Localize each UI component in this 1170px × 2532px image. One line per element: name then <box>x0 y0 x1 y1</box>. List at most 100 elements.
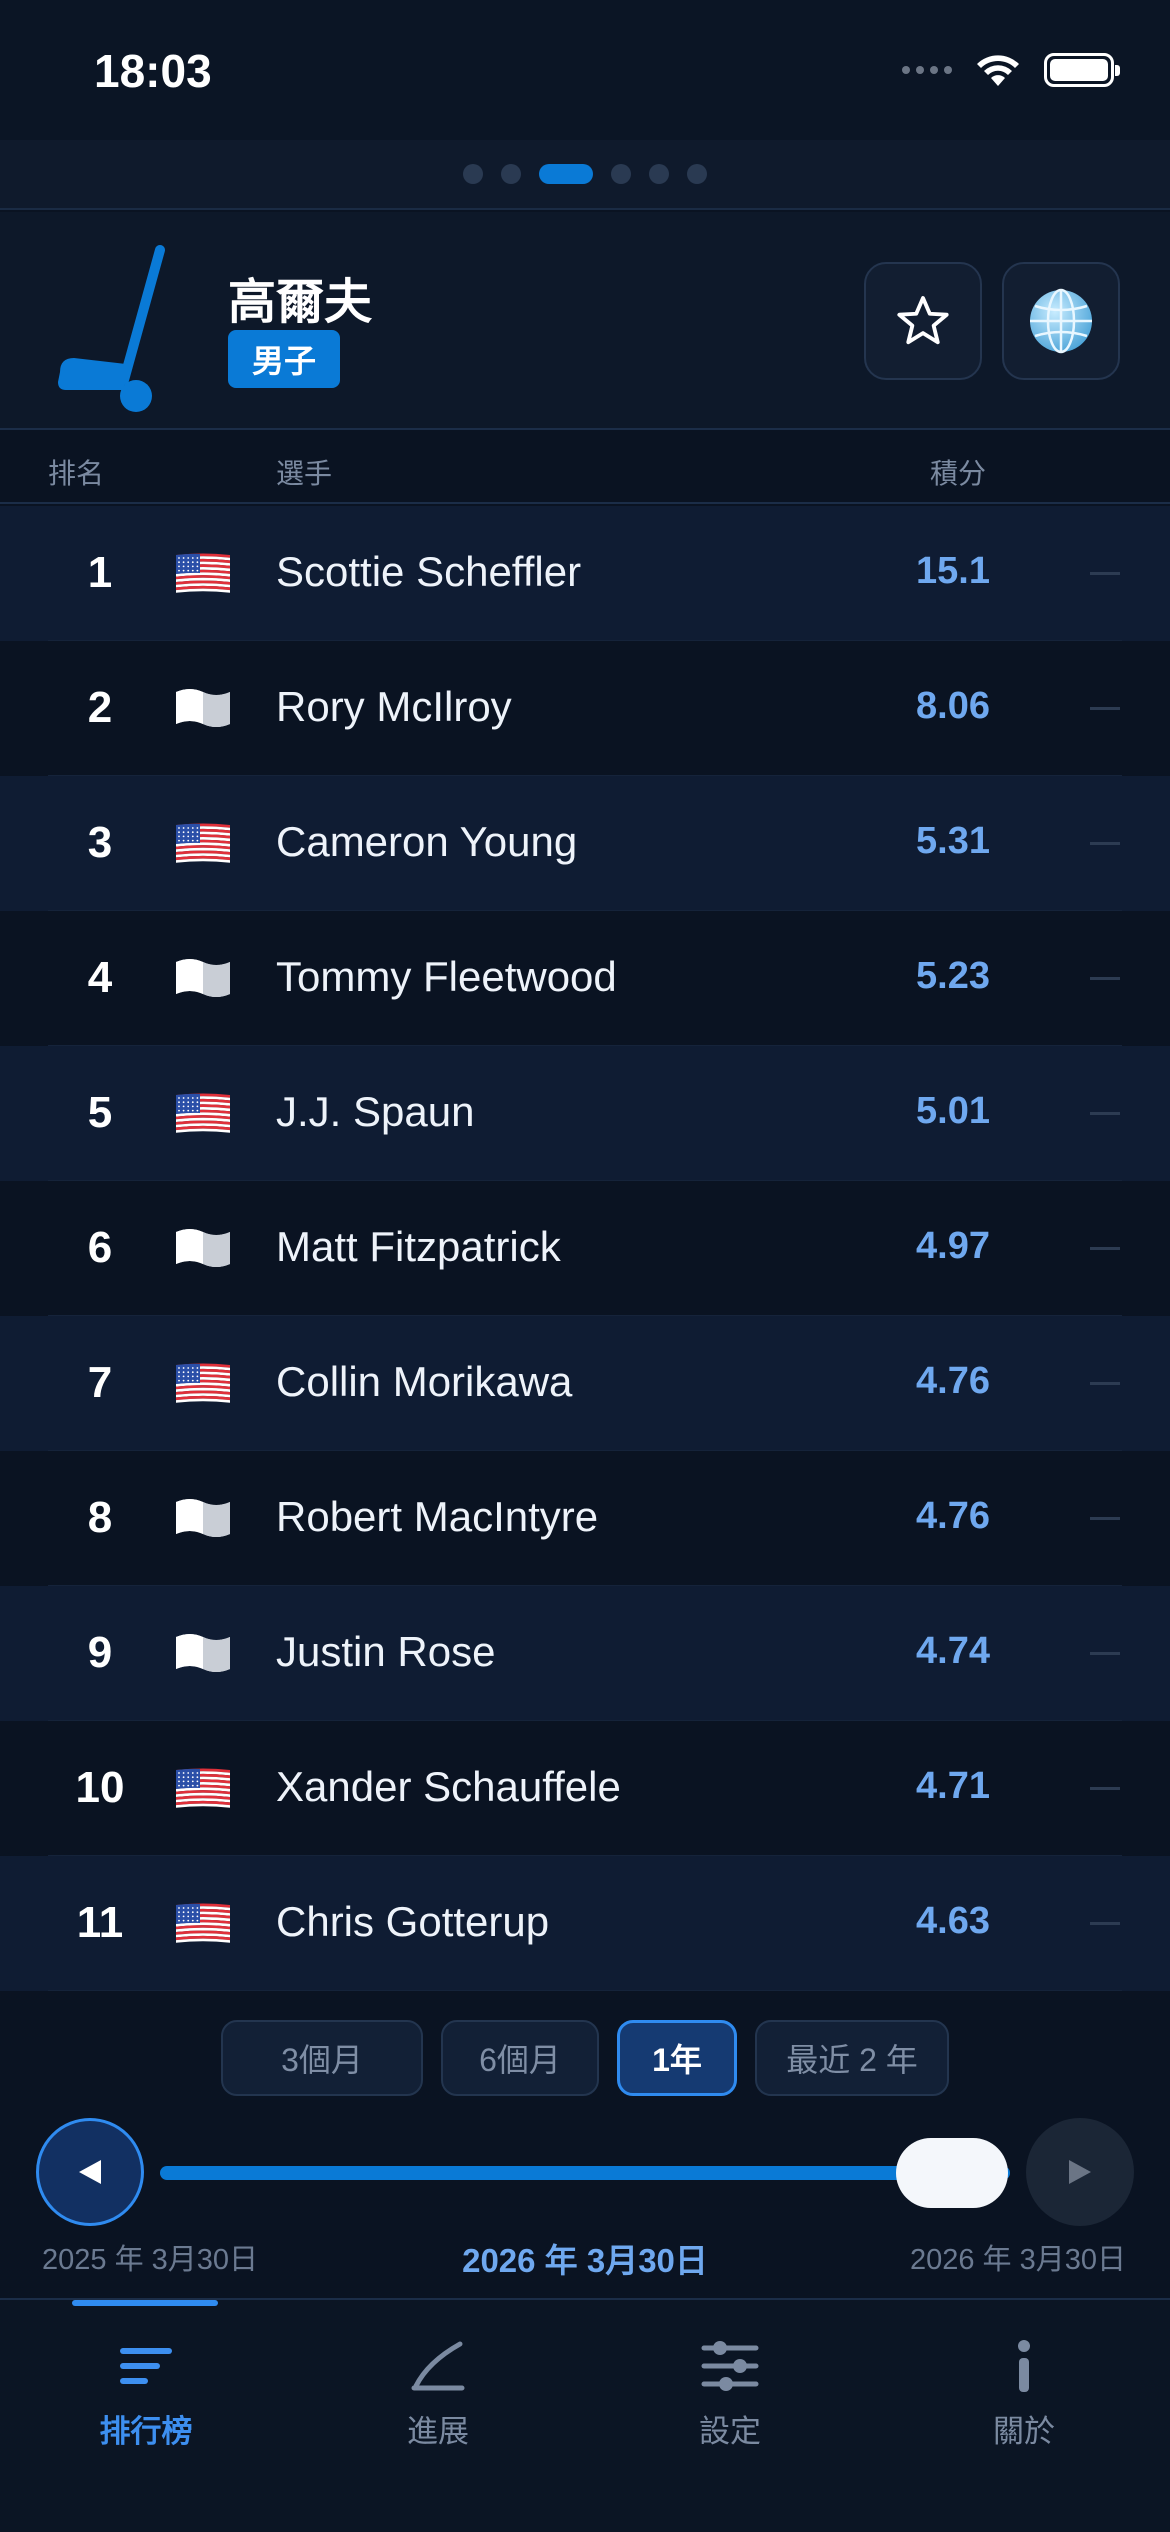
player-name: Tommy Fleetwood <box>276 953 617 1000</box>
table-row[interactable]: 6 Matt Fitzpatrick 4.97 <box>0 1181 1170 1316</box>
star-icon <box>897 296 949 345</box>
us-flag-icon <box>176 553 230 593</box>
player-rank: 10 <box>75 1763 125 1812</box>
player-rank: 8 <box>87 1493 113 1542</box>
play-right-icon <box>1069 2160 1091 2184</box>
player-rank: 1 <box>87 548 113 597</box>
player-rank: 7 <box>87 1358 113 1407</box>
table-row[interactable]: 7 Collin Morikawa 4.76 <box>0 1316 1170 1451</box>
player-name: Rory McIlroy <box>276 683 512 730</box>
player-name: Justin Rose <box>276 1628 496 1675</box>
page-dot[interactable] <box>539 164 593 184</box>
rank-change-icon <box>1090 1112 1120 1115</box>
category-badge: 男子 <box>228 330 341 388</box>
table-row[interactable]: 11 Chris Gotterup 4.63 <box>0 1856 1170 1991</box>
rank-change-icon <box>1090 1922 1120 1925</box>
table-row[interactable]: 3 Cameron Young 5.31 <box>0 776 1170 911</box>
player-rank: 4 <box>87 953 113 1002</box>
player-points: 4.63 <box>916 1900 990 1942</box>
player-rank: 11 <box>76 1898 124 1947</box>
page-dot[interactable] <box>611 164 631 184</box>
player-name: Xander Schauffele <box>276 1763 621 1810</box>
rank-change-icon <box>1090 1382 1120 1385</box>
rank-change-icon <box>1090 1247 1120 1250</box>
tab-progress[interactable]: 進展 <box>328 2336 548 2451</box>
timeline-track[interactable] <box>160 2166 1010 2180</box>
tab-label: 關於 <box>993 2414 1055 2449</box>
ranking-list: 1 Scottie Scheffler 15.1 2 Rory McIlroy 8.06 3… <box>0 506 1170 1991</box>
player-points: 4.76 <box>916 1360 990 1402</box>
tab-about[interactable]: 關於 <box>914 2336 1134 2451</box>
status-bar: 18:03 <box>0 0 1170 140</box>
sport-header: 高爾夫 男子 <box>0 212 1170 430</box>
player-rank: 2 <box>87 683 113 732</box>
favorite-button[interactable] <box>864 262 982 380</box>
range-tab[interactable]: 6個月 <box>441 2020 599 2096</box>
rank-change-icon <box>1090 1517 1120 1520</box>
table-row[interactable]: 4 Tommy Fleetwood 5.23 <box>0 911 1170 1046</box>
player-name: Chris Gotterup <box>276 1898 550 1945</box>
white-flag-icon <box>176 1229 230 1267</box>
table-row[interactable]: 10 Xander Schauffele 4.71 <box>0 1721 1170 1856</box>
range-tab[interactable]: 最近 2 年 <box>755 2020 949 2096</box>
player-name: J.J. Spaun <box>276 1088 475 1135</box>
info-icon <box>1018 2340 1030 2392</box>
column-player: 選手 <box>276 458 333 489</box>
player-points: 4.97 <box>916 1225 990 1267</box>
page-dot[interactable] <box>501 164 521 184</box>
timeline-handle[interactable] <box>896 2138 1008 2208</box>
player-name: Collin Morikawa <box>276 1358 573 1405</box>
page-dot[interactable] <box>463 164 483 184</box>
range-tab[interactable]: 3個月 <box>221 2020 423 2096</box>
page-indicator[interactable] <box>0 140 1170 210</box>
column-rank: 排名 <box>48 458 105 489</box>
rank-change-icon <box>1090 977 1120 980</box>
player-points: 8.06 <box>916 685 990 727</box>
trend-line-icon <box>411 2341 465 2391</box>
row-divider <box>48 1990 1122 1991</box>
wifi-icon <box>977 55 1019 86</box>
status-time: 18:03 <box>94 45 212 97</box>
range-tab[interactable]: 1年 <box>617 2020 737 2096</box>
page-dot[interactable] <box>649 164 669 184</box>
previous-date-button[interactable] <box>36 2118 144 2226</box>
us-flag-icon <box>176 823 230 863</box>
page-dot[interactable] <box>687 164 707 184</box>
player-points: 5.01 <box>916 1090 990 1132</box>
next-date-button[interactable] <box>1026 2118 1134 2226</box>
tab-label: 設定 <box>699 2414 761 2449</box>
player-name: Matt Fitzpatrick <box>276 1223 561 1270</box>
white-flag-icon <box>176 959 230 997</box>
rank-change-icon <box>1090 1787 1120 1790</box>
us-flag-icon <box>176 1768 230 1808</box>
us-flag-icon <box>176 1093 230 1133</box>
tab-settings[interactable]: 設定 <box>620 2336 840 2451</box>
rank-change-icon <box>1090 707 1120 710</box>
player-points: 5.23 <box>916 955 990 997</box>
player-rank: 3 <box>87 818 113 867</box>
us-flag-icon <box>176 1363 230 1403</box>
table-row[interactable]: 8 Robert MacIntyre 4.76 <box>0 1451 1170 1586</box>
rank-change-icon <box>1090 572 1120 575</box>
table-row[interactable]: 5 J.J. Spaun 5.01 <box>0 1046 1170 1181</box>
table-row[interactable]: 9 Justin Rose 4.74 <box>0 1586 1170 1721</box>
table-row[interactable]: 1 Scottie Scheffler 15.1 <box>0 506 1170 641</box>
cellular-signal-icon <box>902 66 952 74</box>
tab-rankings[interactable]: 排行榜 <box>36 2336 256 2451</box>
status-icons <box>902 52 1120 88</box>
column-points: 積分 <box>930 458 987 489</box>
region-button[interactable] <box>1002 262 1120 380</box>
list-icon <box>120 2348 172 2384</box>
active-tab-indicator <box>72 2300 218 2306</box>
player-name: Robert MacIntyre <box>276 1493 599 1540</box>
player-rank: 5 <box>87 1088 113 1137</box>
player-points: 4.74 <box>916 1630 990 1672</box>
player-name: Cameron Young <box>276 818 578 865</box>
player-name: Scottie Scheffler <box>276 548 582 595</box>
table-row[interactable]: 2 Rory McIlroy 8.06 <box>0 641 1170 776</box>
table-header: 排名 選手 積分 <box>0 432 1170 504</box>
rank-change-icon <box>1090 1652 1120 1655</box>
time-range-selector: 3個月 6個月 1年 最近 2 年 <box>0 2020 1170 2096</box>
player-rank: 6 <box>87 1223 113 1272</box>
rank-change-icon <box>1090 842 1120 845</box>
